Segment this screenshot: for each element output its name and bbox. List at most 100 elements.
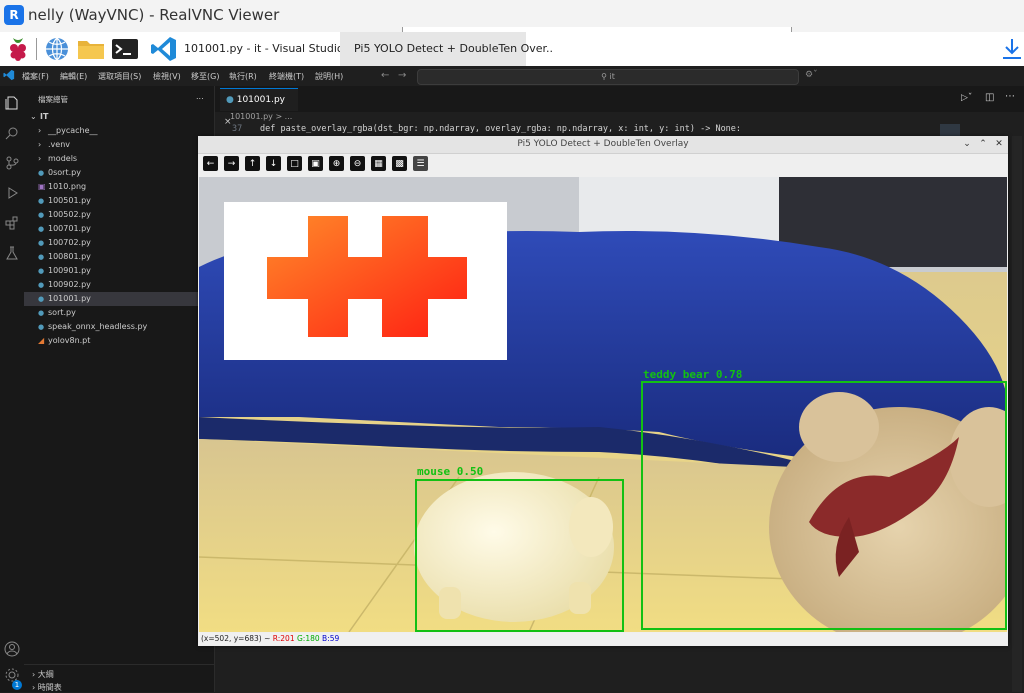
tree-item[interactable]: ⌄ IT [24, 110, 214, 124]
menu-edit[interactable]: 編輯(E) [60, 71, 87, 82]
vscode-logo-icon [3, 69, 15, 81]
tree-item-label: 1010.png [48, 182, 87, 191]
editor-scrollbar[interactable] [1012, 136, 1022, 692]
tree-item-label: 100501.py [48, 196, 91, 205]
tree-item-label: sort.py [48, 308, 76, 317]
tree-item-label: 100502.py [48, 210, 91, 219]
outline-section[interactable]: › 大綱 [32, 669, 54, 680]
menu-go[interactable]: 移至(G) [191, 71, 219, 82]
run-debug-icon[interactable] [3, 184, 21, 202]
pixel-red: R:201 [272, 634, 295, 643]
code-line[interactable]: def paste_overlay_rgba(dst_bgr: np.ndarr… [260, 124, 741, 134]
viewer-minimize-icon[interactable]: ⌄ [961, 138, 973, 150]
down-arrow-icon[interactable]: ↓ [266, 156, 281, 171]
tree-item[interactable]: ● 100801.py [24, 250, 214, 264]
taskbar: 101001.py - it - Visual Studio C.. Pi5 Y… [0, 32, 1024, 67]
editor-more-icon[interactable]: ⋯ [1005, 91, 1015, 102]
account-icon[interactable] [3, 640, 21, 658]
python-file-icon: ● [38, 225, 45, 233]
breadcrumb[interactable]: 101001.py > ... [230, 112, 292, 121]
command-search-box[interactable]: ⚲ it [417, 69, 799, 85]
tree-item-label: speak_onnx_headless.py [48, 322, 148, 331]
terminal-icon[interactable] [111, 35, 139, 63]
detection-label-teddy: teddy bear 0.78 [643, 368, 742, 381]
menu-selection[interactable]: 選取項目(S) [98, 71, 141, 82]
tree-item[interactable]: ● 101001.py [24, 292, 214, 306]
up-arrow-icon[interactable]: ↑ [245, 156, 260, 171]
menu-view[interactable]: 檢視(V) [153, 71, 181, 82]
menu-help[interactable]: 說明(H) [315, 71, 343, 82]
settings-icon[interactable]: ☰ [413, 156, 428, 171]
tree-item[interactable]: ● speak_onnx_headless.py [24, 320, 214, 334]
menu-terminal[interactable]: 終端機(T) [269, 71, 304, 82]
timeline-label: 時間表 [37, 683, 62, 692]
menu-file[interactable]: 檔案(F) [22, 71, 49, 82]
zoom-in-icon[interactable]: ⊕ [329, 156, 344, 171]
explorer-icon[interactable] [3, 94, 21, 112]
tree-item[interactable]: › __pycache__ [24, 124, 214, 138]
python-file-icon: ● [38, 309, 45, 317]
tree-item[interactable]: ● 100701.py [24, 222, 214, 236]
chevron-right-icon: › [38, 154, 42, 163]
back-arrow-icon[interactable]: ← [381, 70, 389, 81]
copy-icon[interactable]: ▩ [392, 156, 407, 171]
task-viewer[interactable]: Pi5 YOLO Detect + DoubleTen Over.. [340, 32, 553, 66]
vnc-titlebar: R nelly (WayVNC) - RealVNC Viewer [0, 0, 1024, 33]
editor-tabbar: ▷ˇ ◫ ⋯ [215, 86, 1024, 112]
extensions-icon[interactable] [3, 214, 21, 232]
viewer-maximize-icon[interactable]: ⌃ [977, 138, 989, 150]
copilot-icon[interactable]: ⚙ˇ [805, 70, 818, 80]
testing-icon[interactable] [3, 244, 21, 262]
left-arrow-icon[interactable]: ← [203, 156, 218, 171]
outline-label: 大綱 [37, 670, 54, 679]
source-control-icon[interactable] [3, 154, 21, 172]
tree-item-label: 101001.py [48, 294, 91, 303]
vscode-icon[interactable] [150, 35, 178, 63]
zoom-out-icon[interactable]: ⊖ [350, 156, 365, 171]
python-file-icon: ● [38, 281, 45, 289]
tree-item[interactable]: ● 100501.py [24, 194, 214, 208]
tree-item-label: 100801.py [48, 252, 91, 261]
right-arrow-icon[interactable]: → [224, 156, 239, 171]
explorer-more-icon[interactable]: ... [196, 92, 204, 101]
tree-item[interactable]: ◢ yolov8n.pt [24, 334, 214, 348]
tree-item[interactable]: ● 100502.py [24, 208, 214, 222]
tree-item-label: 100902.py [48, 280, 91, 289]
chevron-down-icon: ⌄ [30, 112, 37, 121]
viewer-close-icon[interactable]: ✕ [993, 138, 1005, 150]
tree-item[interactable]: › models [24, 152, 214, 166]
tree-item-label: 100702.py [48, 238, 91, 247]
tree-item[interactable]: ▣ 1010.png [24, 180, 214, 194]
tree-item[interactable]: › .venv [24, 138, 214, 152]
tree-item[interactable]: ● 100702.py [24, 236, 214, 250]
python-file-icon: ● [38, 295, 45, 303]
timeline-section[interactable]: › 時間表 [32, 682, 62, 693]
image-icon[interactable]: ▣ [308, 156, 323, 171]
run-file-icon[interactable]: ▷ˇ [961, 93, 972, 103]
search-sidebar-icon[interactable] [3, 124, 21, 142]
folder-icon[interactable] [77, 35, 105, 63]
tree-item-label: 0sort.py [48, 168, 81, 177]
notification-badge: 1 [12, 680, 22, 690]
zoom-fit-icon[interactable]: □ [287, 156, 302, 171]
tree-item[interactable]: ● 100902.py [24, 278, 214, 292]
forward-arrow-icon[interactable]: → [398, 70, 406, 81]
raspberry-icon[interactable] [4, 35, 32, 63]
sidebar-footer-divider [24, 664, 214, 665]
download-icon[interactable] [998, 35, 1024, 63]
chevron-right-icon: › [38, 126, 42, 135]
tree-item-label: .venv [48, 140, 71, 149]
tab-101001-py[interactable]: ● 101001.py × [220, 88, 298, 127]
search-icon: ⚲ [601, 72, 610, 81]
image-file-icon: ▣ [38, 182, 46, 191]
tree-item[interactable]: ● sort.py [24, 306, 214, 320]
tree-item[interactable]: ● 0sort.py [24, 166, 214, 180]
save-icon[interactable]: ▦ [371, 156, 386, 171]
minimap[interactable] [940, 124, 960, 136]
menu-run[interactable]: 執行(R) [229, 71, 257, 82]
tree-item[interactable]: ● 100901.py [24, 264, 214, 278]
split-editor-icon[interactable]: ◫ [985, 92, 994, 103]
task-vscode[interactable]: 101001.py - it - Visual Studio C.. [184, 32, 362, 66]
tree-item-label: models [48, 154, 78, 163]
globe-icon[interactable] [43, 35, 71, 63]
